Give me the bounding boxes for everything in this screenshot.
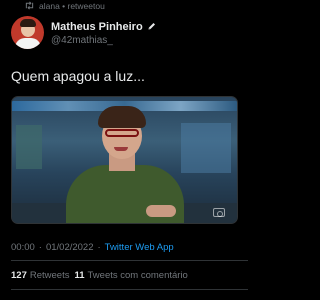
tweet-stats: 127 Retweets 11 Tweets com comentário [11, 270, 188, 281]
video-watermark-icon [213, 208, 225, 217]
tweet-time[interactable]: 00:00 [11, 242, 35, 253]
retweet-context[interactable]: alana • retweetou [24, 0, 105, 12]
divider [11, 260, 248, 261]
pencil-icon [147, 22, 157, 32]
tweet-video[interactable] [11, 96, 238, 224]
author-handle[interactable]: @42mathias_ [51, 35, 113, 46]
avatar[interactable] [11, 16, 44, 49]
tweet-text: Quem apagou a luz... [11, 68, 145, 84]
retweets-stat[interactable]: 127 Retweets [11, 270, 69, 281]
retweet-label: alana • retweetou [39, 1, 105, 11]
meta-separator: · [97, 242, 101, 253]
tweet-date[interactable]: 01/02/2022 [46, 242, 94, 253]
retweet-icon [24, 1, 35, 12]
retweets-count: 127 [11, 270, 27, 281]
quote-tweets-count: 11 [74, 270, 85, 281]
quote-tweets-label: Tweets com comentário [87, 270, 188, 281]
tweet-meta: 00:00 · 01/02/2022 · Twitter Web App [11, 242, 174, 253]
tweet-source-link[interactable]: Twitter Web App [105, 242, 174, 253]
meta-separator: · [38, 242, 42, 253]
retweets-label: Retweets [29, 270, 70, 281]
author-name-row[interactable]: Matheus Pinheiro [51, 21, 157, 33]
divider [11, 289, 248, 290]
author-display-name[interactable]: Matheus Pinheiro [51, 21, 143, 33]
quote-tweets-stat[interactable]: 11 Tweets com comentário [74, 270, 187, 281]
